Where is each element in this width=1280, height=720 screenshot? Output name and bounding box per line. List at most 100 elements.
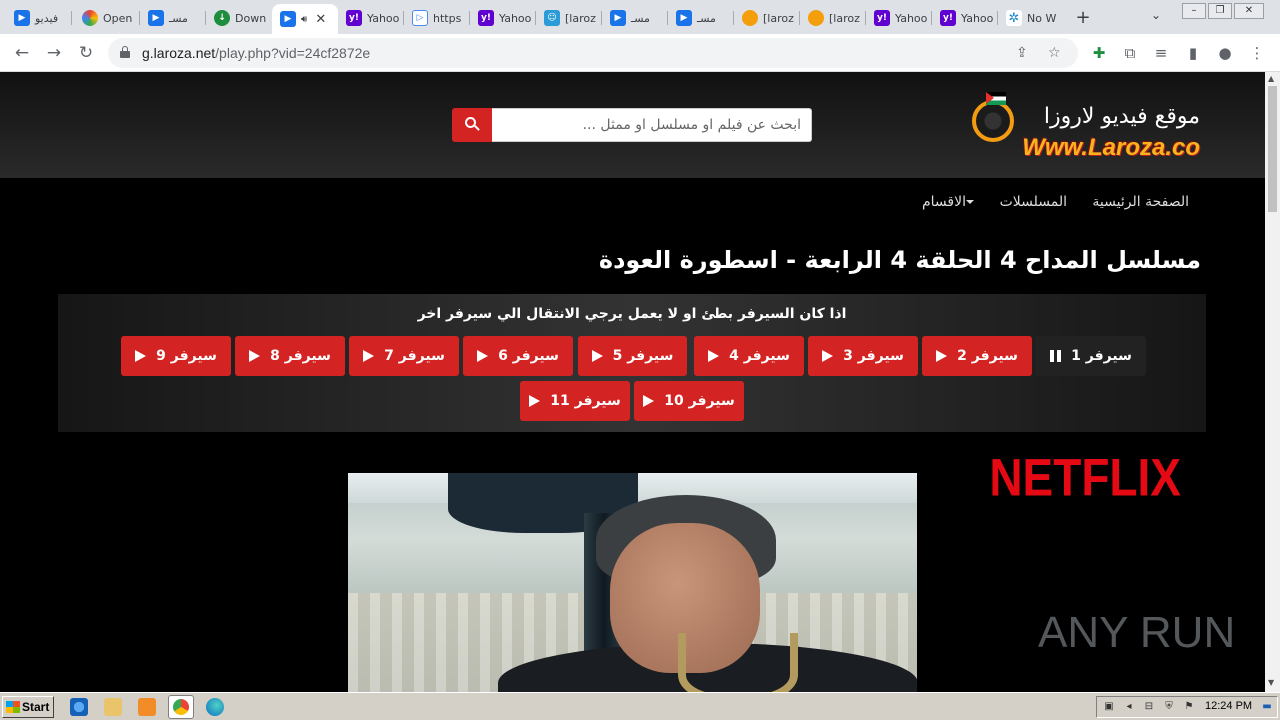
play-icon xyxy=(529,395,541,407)
yahoo-icon: y! xyxy=(874,10,890,26)
usb-icon[interactable]: ⊟ xyxy=(1143,701,1155,713)
tab-title: No W xyxy=(1027,11,1057,25)
play-icon: ▶ xyxy=(676,10,692,26)
video-frame[interactable] xyxy=(348,473,917,692)
media-player-icon[interactable] xyxy=(138,698,156,716)
close-window-button[interactable]: ✕ xyxy=(1234,3,1264,19)
tab-title: [laroz xyxy=(565,11,596,25)
server-9-button[interactable]: سيرفر 9 xyxy=(121,336,231,376)
side-panel-icon[interactable]: ▮ xyxy=(1184,44,1202,62)
page-scrollbar[interactable]: ▲ ▼ xyxy=(1265,72,1280,692)
share-icon[interactable]: ⇪ xyxy=(1016,45,1028,61)
lock-icon[interactable] xyxy=(120,46,130,58)
rainbow-icon xyxy=(82,10,98,26)
play-icon: ▶ xyxy=(148,10,164,26)
anyrun-icon: ✲ xyxy=(1006,10,1022,26)
play-icon xyxy=(822,350,834,362)
forward-arrow-icon[interactable]: → xyxy=(44,43,64,63)
server-panel: اذا كان السيرفر بطئ او لا يعمل يرجي الان… xyxy=(58,294,1206,432)
tab-title: Yahoo xyxy=(499,11,532,25)
browser-toolbar: ← → ↻ g.laroza.net/play.php?vid=24cf2872… xyxy=(0,34,1280,72)
alert-icon[interactable]: ⚑ xyxy=(1183,701,1195,713)
new-tab-button[interactable]: + xyxy=(1072,7,1094,29)
tab[interactable]: [laroz xyxy=(734,4,800,32)
profile-icon[interactable]: ● xyxy=(1216,44,1234,62)
search-button[interactable] xyxy=(452,108,492,142)
address-bar[interactable]: g.laroza.net/play.php?vid=24cf2872e ⇪ ☆ xyxy=(108,38,1078,68)
scrollbar-thumb[interactable] xyxy=(1268,86,1277,212)
audio-playing-icon[interactable]: 🔊︎ xyxy=(301,14,307,25)
tab[interactable]: y! Yahoo xyxy=(932,4,998,32)
play-icon: ▶ xyxy=(280,11,296,27)
network-icon[interactable]: ▣ xyxy=(1103,701,1115,713)
tab[interactable]: ▶ مسـ xyxy=(140,4,206,32)
tab-title: Yahoo xyxy=(895,11,928,25)
play-icon xyxy=(708,350,720,362)
server-2-button[interactable]: سيرفر 2 xyxy=(922,336,1032,376)
volume-icon[interactable]: ◂ xyxy=(1123,701,1135,713)
netflix-logo: NETFLIX xyxy=(989,447,1181,507)
tab[interactable]: y! Yahoo xyxy=(338,4,404,32)
edge-icon[interactable] xyxy=(206,698,224,716)
shield-icon[interactable]: ⛨ xyxy=(1163,701,1175,713)
search-input[interactable] xyxy=(492,108,812,142)
tab[interactable]: ▶ مسـ xyxy=(668,4,734,32)
yahoo-icon: y! xyxy=(478,10,494,26)
caret-down-icon xyxy=(966,200,974,204)
blogger-icon xyxy=(808,10,824,26)
tab[interactable]: ✲ No W xyxy=(998,4,1060,32)
server-11-button[interactable]: سيرفر 11 xyxy=(520,381,630,421)
close-tab-icon[interactable]: ✕ xyxy=(315,12,326,27)
play-icon xyxy=(363,350,375,362)
server-6-button[interactable]: سيرفر 6 xyxy=(463,336,573,376)
tab[interactable]: y! Yahoo xyxy=(470,4,536,32)
tab-strip: ▶ فيديو Open ▶ مسـ ↓ Down ▶ 🔊︎ ✕ y! Yaho… xyxy=(0,0,1280,34)
nav-series[interactable]: المسلسلات xyxy=(1000,194,1067,210)
tab-title: Down xyxy=(235,11,267,25)
page-viewport: موقع فيديو لاروزا Www.Laroza.co الصفحة ا… xyxy=(0,72,1265,692)
tab[interactable]: ▶ مسـ xyxy=(602,4,668,32)
server-7-button[interactable]: سيرفر 7 xyxy=(349,336,459,376)
internet-explorer-icon[interactable] xyxy=(70,698,88,716)
palestine-flag-icon xyxy=(986,92,1006,105)
tab[interactable]: ☺ [laroz xyxy=(536,4,602,32)
url-text[interactable]: g.laroza.net/play.php?vid=24cf2872e xyxy=(142,45,370,61)
nav-home[interactable]: الصفحة الرئيسية xyxy=(1092,194,1189,210)
tab-search-chevron-icon[interactable]: ⌄ xyxy=(1151,8,1161,22)
server-5-button[interactable]: سيرفر 5 xyxy=(578,336,687,376)
play-icon xyxy=(477,350,489,362)
puzzle-icon[interactable]: ⧉ xyxy=(1121,44,1139,62)
tab-active[interactable]: ▶ 🔊︎ ✕ xyxy=(272,4,338,34)
scroll-down-icon[interactable]: ▼ xyxy=(1268,678,1274,687)
windows-logo-icon xyxy=(6,701,20,713)
back-arrow-icon[interactable]: ← xyxy=(12,43,32,63)
tab[interactable]: ↓ Down xyxy=(206,4,272,32)
tab[interactable]: ▶ فيديو xyxy=(6,4,72,32)
film-reel-icon xyxy=(972,100,1014,142)
server-3-button[interactable]: سيرفر 3 xyxy=(808,336,918,376)
server-notice: اذا كان السيرفر بطئ او لا يعمل يرجي الان… xyxy=(417,306,847,322)
chrome-taskbar-button[interactable] xyxy=(168,695,194,719)
menu-kebab-icon[interactable]: ⋮ xyxy=(1248,44,1266,62)
media-queue-icon[interactable]: ≡ xyxy=(1152,44,1170,62)
reload-icon[interactable]: ↻ xyxy=(76,43,96,63)
minimize-button[interactable]: – xyxy=(1182,3,1206,19)
smile-icon: ☺ xyxy=(544,10,560,26)
server-8-button[interactable]: سيرفر 8 xyxy=(235,336,345,376)
folder-icon[interactable] xyxy=(104,698,122,716)
server-1-button[interactable]: سيرفر 1 xyxy=(1036,336,1146,376)
site-logo[interactable]: موقع فيديو لاروزا Www.Laroza.co xyxy=(966,86,1206,166)
bookmark-star-icon[interactable]: ☆ xyxy=(1048,45,1061,61)
tab[interactable]: [laroz xyxy=(800,4,866,32)
server-10-button[interactable]: سيرفر 10 xyxy=(634,381,744,421)
extension-add-icon[interactable]: ✚ xyxy=(1090,44,1108,62)
server-4-button[interactable]: سيرفر 4 xyxy=(694,336,804,376)
scroll-up-icon[interactable]: ▲ xyxy=(1268,74,1274,83)
start-button[interactable]: Start xyxy=(2,696,54,718)
show-desktop-icon[interactable]: ▬ xyxy=(1261,701,1273,713)
tab[interactable]: ▷ https xyxy=(404,4,470,32)
tab[interactable]: Open xyxy=(74,4,140,32)
tab[interactable]: y! Yahoo xyxy=(866,4,932,32)
nav-sections[interactable]: الاقسام xyxy=(922,194,977,210)
restore-button[interactable]: ❐ xyxy=(1208,3,1232,19)
